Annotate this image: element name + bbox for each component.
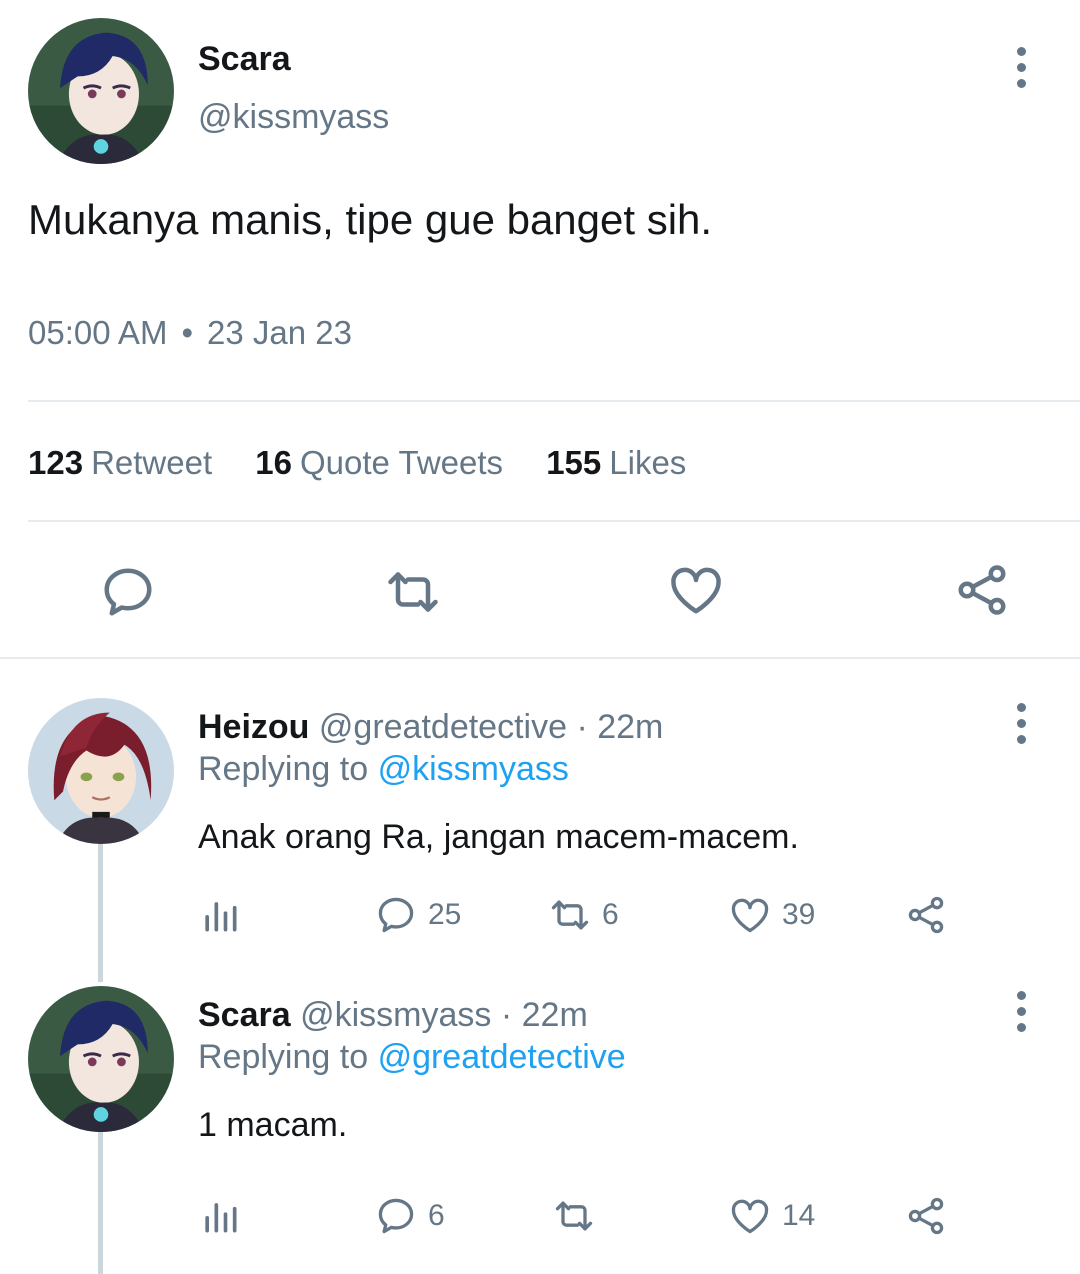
divider xyxy=(0,657,1080,659)
analytics-button[interactable] xyxy=(198,1194,242,1238)
reply-time[interactable]: 22m xyxy=(597,708,663,746)
retweet-icon xyxy=(551,900,589,930)
retweet-icon xyxy=(388,572,438,612)
like-count: 14 xyxy=(782,1199,816,1232)
analytics-icon xyxy=(205,1203,237,1233)
likes-count: 155 xyxy=(546,444,602,481)
reply-header: Heizou @greatdetective · 22m xyxy=(198,708,663,747)
like-button[interactable]: 39 xyxy=(728,893,815,937)
retweet-button[interactable] xyxy=(552,1194,606,1238)
reply-count: 25 xyxy=(428,898,462,931)
reply-author-name[interactable]: Heizou xyxy=(198,708,309,746)
reply-author-handle[interactable]: @kissmyass xyxy=(300,996,491,1034)
share-button[interactable] xyxy=(904,893,948,937)
replying-to-link[interactable]: @greatdetective xyxy=(378,1038,626,1076)
author-name[interactable]: Scara xyxy=(198,40,291,79)
retweets-label: Retweet xyxy=(91,444,213,481)
analytics-button[interactable] xyxy=(198,893,242,937)
reply-header: Scara @kissmyass · 22m xyxy=(198,996,588,1035)
avatar[interactable] xyxy=(28,986,174,1132)
quotes-stat[interactable]: 16 Quote Tweets xyxy=(255,444,503,481)
share-button[interactable] xyxy=(904,1194,948,1238)
reply-author-handle[interactable]: @greatdetective xyxy=(319,708,567,746)
retweet-button[interactable] xyxy=(383,562,443,622)
retweet-button[interactable]: 6 xyxy=(548,893,619,937)
avatar[interactable] xyxy=(28,698,174,844)
time-separator: · xyxy=(500,996,513,1034)
author-handle[interactable]: @kissmyass xyxy=(198,98,389,137)
likes-label: Likes xyxy=(609,444,687,481)
retweets-count: 123 xyxy=(28,444,84,481)
reply-time[interactable]: 22m xyxy=(522,996,588,1034)
like-button[interactable]: 14 xyxy=(728,1194,815,1238)
timestamp-separator: • xyxy=(181,314,193,351)
share-icon xyxy=(908,1197,944,1235)
thread-line xyxy=(98,844,103,982)
reply-button[interactable]: 25 xyxy=(374,893,461,937)
quotes-count: 16 xyxy=(255,444,293,481)
reply-icon xyxy=(378,1198,414,1234)
like-count: 39 xyxy=(782,898,816,931)
replying-to: Replying to @greatdetective xyxy=(198,1038,626,1077)
like-icon xyxy=(671,567,721,614)
like-icon xyxy=(731,898,769,933)
more-icon[interactable] xyxy=(1001,42,1041,92)
reply-button[interactable]: 6 xyxy=(374,1194,445,1238)
more-icon[interactable] xyxy=(1001,698,1041,748)
retweet-count: 6 xyxy=(602,898,619,931)
retweets-stat[interactable]: 123 Retweet xyxy=(28,444,212,481)
quotes-label: Quote Tweets xyxy=(300,444,504,481)
replying-prefix: Replying to xyxy=(198,750,369,788)
tweet-timestamp[interactable]: 05:00 AM • 23 Jan 23 xyxy=(28,314,352,352)
replying-to-link[interactable]: @kissmyass xyxy=(378,750,569,788)
analytics-icon xyxy=(205,902,237,932)
thread-line xyxy=(98,1132,103,1274)
reply-text: 1 macam. xyxy=(198,1106,348,1144)
reply-count: 6 xyxy=(428,1199,445,1232)
reply-author-name[interactable]: Scara xyxy=(198,996,291,1034)
share-icon xyxy=(908,896,944,934)
more-icon[interactable] xyxy=(1001,986,1041,1036)
tweet-text: Mukanya manis, tipe gue banget sih. xyxy=(28,196,713,243)
tweet-date: 23 Jan 23 xyxy=(207,314,352,351)
replying-to: Replying to @kissmyass xyxy=(198,750,569,789)
like-button[interactable] xyxy=(666,560,726,620)
reply-icon xyxy=(378,897,414,933)
tweet-time: 05:00 AM xyxy=(28,314,168,351)
share-icon xyxy=(958,565,1006,615)
divider xyxy=(28,520,1080,522)
time-separator: · xyxy=(576,708,588,746)
avatar[interactable] xyxy=(28,18,174,164)
reply-text: Anak orang Ra, jangan macem-macem. xyxy=(198,818,799,856)
reply-button[interactable] xyxy=(98,562,158,622)
share-button[interactable] xyxy=(952,560,1012,620)
retweet-icon xyxy=(555,1201,593,1231)
likes-stat[interactable]: 155 Likes xyxy=(546,444,686,481)
engagement-stats: 123 Retweet 16 Quote Tweets 155 Likes xyxy=(28,444,720,482)
like-icon xyxy=(731,1199,769,1234)
divider xyxy=(28,400,1080,402)
replying-prefix: Replying to xyxy=(198,1038,369,1076)
reply-icon xyxy=(104,568,152,616)
